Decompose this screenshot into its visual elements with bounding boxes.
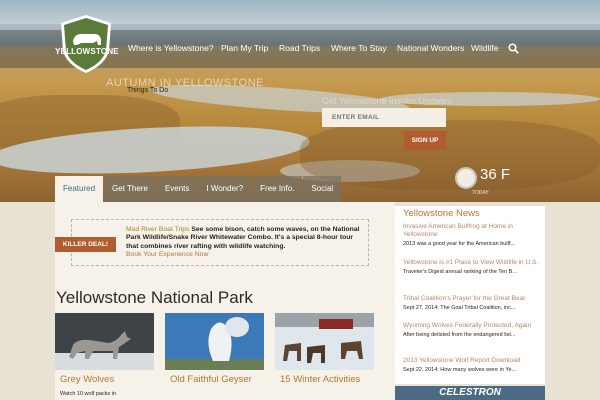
page-title: Yellowstone National Park — [56, 288, 253, 307]
news-summary: 2013 was a good year for the American bu… — [403, 241, 515, 247]
winter-elk-image — [275, 313, 374, 370]
news-title[interactable]: Wyoming Wolves Federally Protected, Agai… — [403, 322, 541, 330]
news-summary: Sept 27, 2014: The Goal Tribal Coalition… — [403, 305, 516, 311]
news-title[interactable]: 2013 Yellowstone Wolf Report Download — [403, 357, 541, 365]
deal-text: Mad River Boat Trips See some bison, cat… — [126, 226, 364, 260]
card-description: Watch 10 wolf packs in — [60, 391, 117, 397]
news-title[interactable]: Invasive American Bullfrog at Home in Ye… — [403, 223, 541, 239]
geyser-image — [165, 313, 264, 370]
ad-text: CELESTRON — [439, 387, 501, 398]
news-title[interactable]: Yellowstone is #1 Place to View Wildlife… — [403, 259, 541, 267]
news-item[interactable]: Yellowstone is #1 Place to View Wildlife… — [403, 259, 541, 275]
content-tabs: Featured Get There Events I Wonder? Free… — [55, 176, 342, 202]
news-item[interactable]: 2013 Yellowstone Wolf Report Download Se… — [403, 357, 541, 373]
weather-icon — [455, 167, 477, 189]
search-icon[interactable] — [508, 43, 519, 54]
tab-i-wonder[interactable]: I Wonder? — [198, 176, 252, 202]
weather-label: TODAY — [472, 190, 489, 196]
news-title[interactable]: Tribal Coalition's Prayer for the Great … — [403, 295, 541, 303]
nav-plan-my-trip[interactable]: Plan My Trip — [221, 43, 268, 53]
card-grey-wolves[interactable]: Grey Wolves Watch 10 wolf packs in — [55, 313, 154, 400]
celestron-ad[interactable]: CELESTRON — [395, 386, 545, 400]
card-title[interactable]: Old Faithful Geyser — [170, 374, 252, 386]
news-summary: Sept 22, 2014: How many wolves were in Y… — [403, 367, 517, 373]
logo-text: YELLOWSTONE — [55, 47, 119, 56]
tab-events[interactable]: Events — [156, 176, 198, 202]
nav-road-trips[interactable]: Road Trips — [279, 43, 320, 53]
wolf-image — [55, 313, 154, 370]
killer-deal-button[interactable]: KILLER DEAL! — [55, 237, 116, 252]
book-link[interactable]: Book Your Experience Now — [126, 251, 208, 258]
tab-free-info[interactable]: Free Info. — [252, 176, 303, 202]
nav-national-wonders[interactable]: National Wonders — [397, 43, 464, 53]
deal-link[interactable]: Mad River Boat Trips — [126, 226, 189, 233]
marsh-grass — [300, 120, 600, 190]
news-item[interactable]: Wyoming Wolves Federally Protected, Agai… — [403, 322, 541, 338]
news-summary: After being delisted from the endangered… — [403, 332, 516, 338]
news-item[interactable]: Invasive American Bullfrog at Home in Ye… — [403, 223, 541, 247]
nav-where-to-stay[interactable]: Where To Stay — [331, 43, 387, 53]
newsletter-label: Get Yellowstone Insider Updates — [322, 96, 453, 106]
email-field[interactable] — [322, 108, 446, 127]
hero-subtitle-link[interactable]: Things To Do — [127, 87, 168, 94]
tab-social[interactable]: Social — [303, 176, 342, 202]
tab-get-there[interactable]: Get There — [104, 176, 156, 202]
card-old-faithful[interactable]: Old Faithful Geyser — [165, 313, 264, 400]
tab-featured[interactable]: Featured — [55, 176, 104, 202]
news-heading: Yellowstone News — [403, 208, 480, 219]
yellowstone-logo[interactable] — [55, 13, 117, 75]
news-item[interactable]: Tribal Coalition's Prayer for the Great … — [403, 295, 541, 311]
news-summary: Traveler's Digest annual ranking of the … — [403, 269, 517, 275]
weather-temperature: 36 F — [480, 166, 511, 183]
card-title[interactable]: Grey Wolves — [60, 374, 114, 386]
nav-where-is-yellowstone[interactable]: Where is Yellowstone? — [128, 43, 214, 53]
nav-wildlife[interactable]: Wildlife — [471, 43, 498, 53]
card-winter-activities[interactable]: 15 Winter Activities — [275, 313, 374, 400]
signup-button[interactable]: SIGN UP — [404, 131, 446, 150]
card-title[interactable]: 15 Winter Activities — [280, 374, 360, 386]
